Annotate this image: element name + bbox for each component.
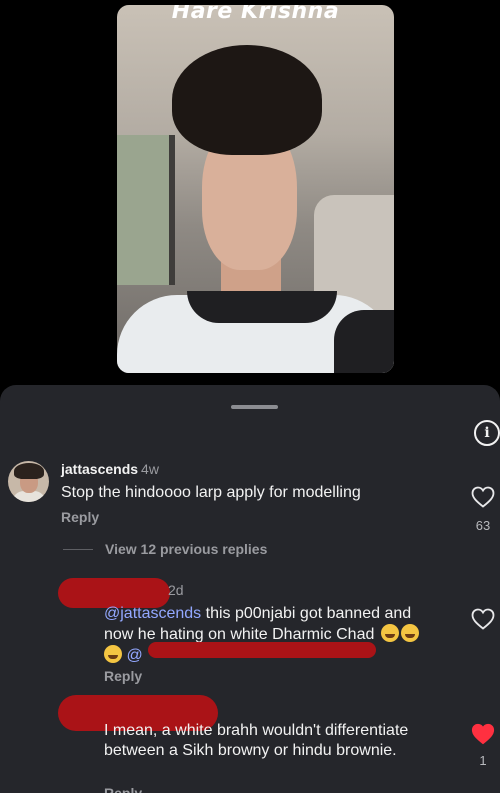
sleeve [334, 310, 394, 373]
laughing-emoji-icon [400, 624, 419, 642]
reply-button[interactable]: Reply [104, 668, 142, 684]
video-thumbnail[interactable]: Hare Krishna [117, 5, 394, 373]
comment-header: jattascends 4w [61, 461, 159, 479]
like-count: 63 [475, 518, 491, 533]
reply-button[interactable]: Reply [104, 785, 142, 793]
reply-mention[interactable]: @jattascends [104, 605, 201, 622]
like-heart-icon[interactable] [471, 608, 495, 630]
reply-time: 2d [168, 582, 184, 598]
info-icon[interactable]: i [474, 420, 500, 446]
redacted-mention [148, 642, 376, 658]
view-replies-label: View 12 previous replies [105, 541, 268, 557]
like-count: 1 [479, 753, 487, 768]
reply-button[interactable]: Reply [61, 509, 99, 525]
comment-username[interactable]: jattascends [61, 461, 138, 477]
reply-text: I mean, a white brahh wouldn't different… [104, 722, 409, 759]
comments-sheet: i jattascends 4w Stop the hindoooo larp a… [0, 385, 500, 793]
collar [187, 291, 337, 323]
reply-mention-2[interactable]: @ [126, 647, 142, 664]
view-replies-button[interactable]: View 12 previous replies [63, 541, 267, 557]
video-area: Hare Krishna [0, 0, 500, 385]
liked-heart-icon[interactable] [471, 723, 495, 745]
divider-line [63, 548, 93, 550]
comment-time: 4w [141, 461, 159, 477]
laughing-emoji-icon [380, 624, 399, 642]
laughing-emoji-icon [104, 645, 122, 663]
avatar[interactable] [8, 461, 49, 502]
comment-text: Stop the hindoooo larp apply for modelli… [61, 484, 361, 501]
video-title: Hare Krishna [171, 5, 340, 24]
sheet-drag-handle[interactable] [231, 405, 278, 409]
car-window [117, 135, 175, 285]
hair [172, 45, 322, 155]
like-heart-icon[interactable] [471, 486, 495, 508]
